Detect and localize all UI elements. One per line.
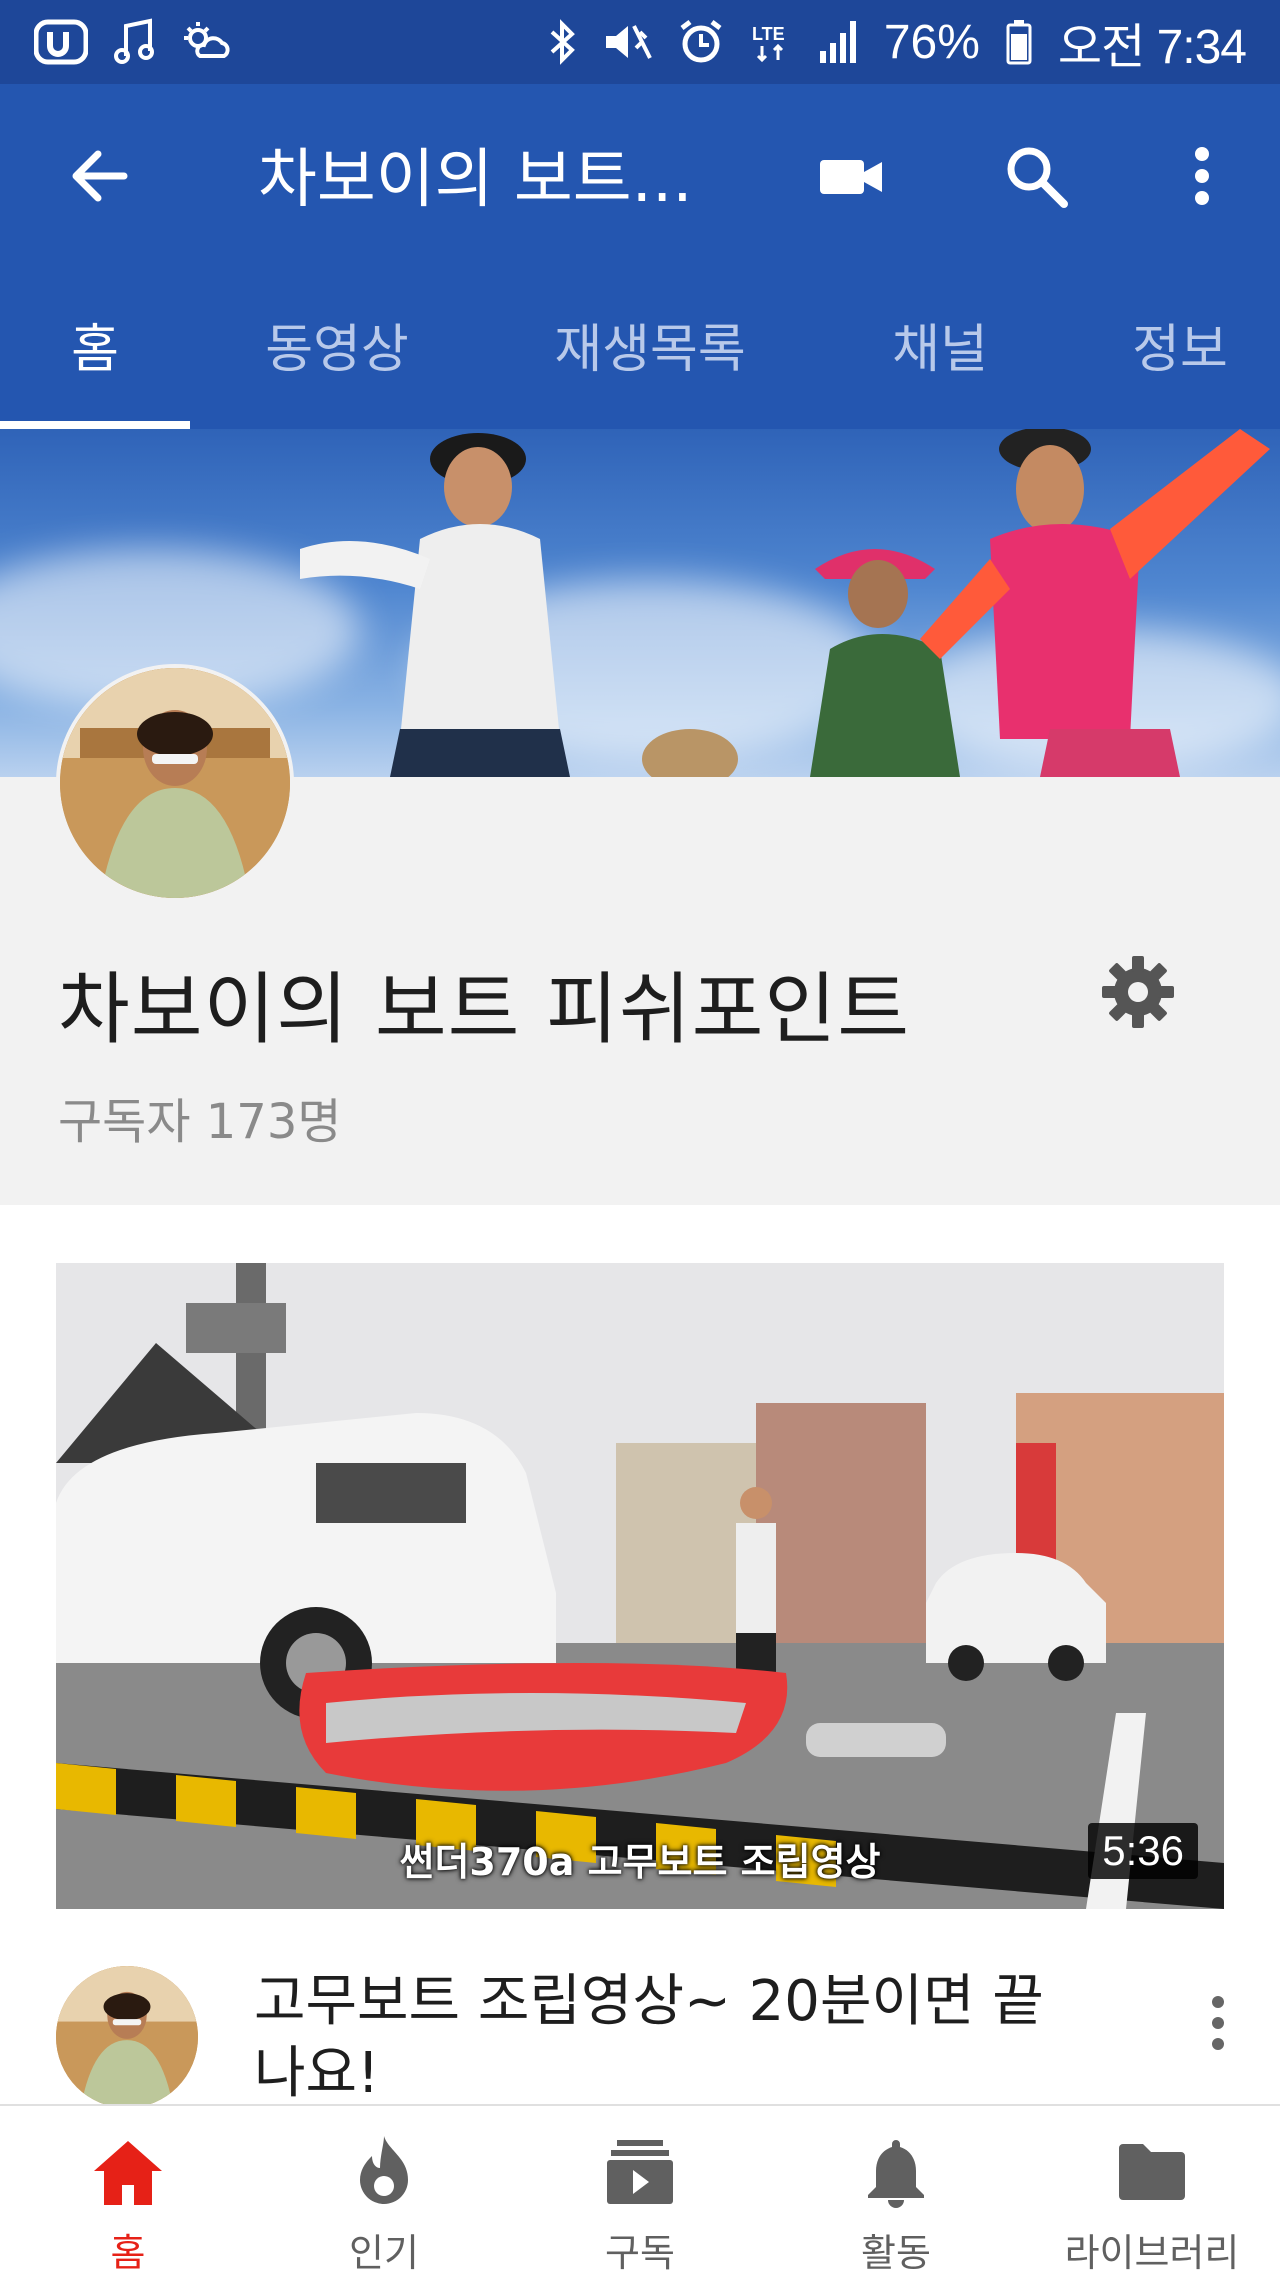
clock: 오전 7:34 (1057, 21, 1247, 74)
svg-text:LTE: LTE (752, 24, 785, 44)
subscriptions-icon (607, 2132, 673, 2212)
lte-icon: LTE (750, 18, 792, 66)
bell-icon (866, 2132, 926, 2212)
more-vertical-icon (1195, 147, 1209, 205)
status-bar-left (34, 18, 232, 66)
status-bar-right: LTE 76% 오전 7:34 (548, 7, 1247, 77)
nav-label: 인기 (349, 2231, 419, 2275)
bluetooth-icon (548, 18, 576, 66)
channel-app-bar: 차보이의 보트... 홈 동영상 재생목록 채널 정보 (0, 84, 1280, 429)
tab-channels[interactable]: 채널 (850, 260, 1030, 429)
signal-icon (818, 19, 858, 65)
battery-icon (1006, 18, 1032, 66)
arrow-back-icon (72, 150, 128, 202)
channel-name: 차보이의 보트 피쉬포인트 (58, 965, 910, 1055)
folder-icon (1117, 2132, 1187, 2212)
active-tab-indicator (0, 421, 190, 429)
trending-flame-icon (354, 2132, 414, 2212)
app-bar-toolbar: 차보이의 보트... (0, 84, 1280, 260)
nav-label: 구독 (605, 2231, 675, 2275)
more-vertical-icon (1212, 1996, 1224, 2050)
gear-icon (1102, 956, 1174, 1028)
nav-library[interactable]: 라이브러리 (1042, 2106, 1262, 2278)
upload-video-button[interactable] (812, 136, 892, 216)
battery-percent: 76% (883, 15, 980, 69)
channel-tabs: 홈 동영상 재생목록 채널 정보 (0, 260, 1280, 429)
tab-videos[interactable]: 동영상 (222, 260, 452, 429)
channel-title-short: 차보이의 보트... (258, 143, 693, 217)
video-more-button[interactable] (1196, 1988, 1240, 2058)
avatar-image (56, 1966, 198, 2108)
music-note-icon (114, 18, 154, 66)
nav-subscriptions[interactable]: 구독 (530, 2106, 750, 2278)
avatar-image (60, 668, 290, 898)
nav-label: 활동 (861, 2231, 931, 2275)
subscriber-count: 구독자 173명 (58, 1094, 342, 1150)
status-bar: LTE 76% 오전 7:34 (0, 0, 1280, 84)
mute-icon (602, 18, 652, 66)
more-options-button[interactable] (1172, 136, 1232, 216)
video-camera-icon (820, 160, 882, 194)
channel-settings-button[interactable] (1098, 952, 1178, 1032)
weather-icon (180, 18, 232, 66)
tab-about[interactable]: 정보 (1090, 260, 1270, 429)
nav-activity[interactable]: 활동 (786, 2106, 1006, 2278)
nav-trending[interactable]: 인기 (274, 2106, 494, 2278)
search-icon (1007, 147, 1068, 208)
search-button[interactable] (996, 136, 1076, 216)
bottom-navigation: 홈 인기 구독 활동 라이브러리 (0, 2104, 1280, 2276)
alarm-icon (678, 18, 724, 66)
thumbnail-caption: 썬더370a 고무보트 조립영상 (399, 1840, 881, 1884)
home-icon (90, 2132, 166, 2212)
app-u-icon (34, 18, 88, 66)
nav-label: 홈 (110, 2231, 146, 2275)
thumbnail-image (56, 1263, 1224, 1909)
channel-avatar[interactable] (56, 664, 294, 902)
tab-home[interactable]: 홈 (0, 260, 190, 429)
video-thumbnail[interactable]: 썬더370a 고무보트 조립영상 5:36 (56, 1263, 1224, 1909)
video-title[interactable]: 고무보트 조립영상~ 20분이면 끝나요! (254, 1966, 1054, 2110)
back-button[interactable] (60, 136, 140, 216)
nav-label: 라이브러리 (1064, 2231, 1240, 2275)
video-duration: 5:36 (1088, 1823, 1198, 1879)
tab-playlists[interactable]: 재생목록 (520, 260, 780, 429)
nav-home[interactable]: 홈 (18, 2106, 238, 2278)
video-channel-avatar[interactable] (56, 1966, 198, 2108)
